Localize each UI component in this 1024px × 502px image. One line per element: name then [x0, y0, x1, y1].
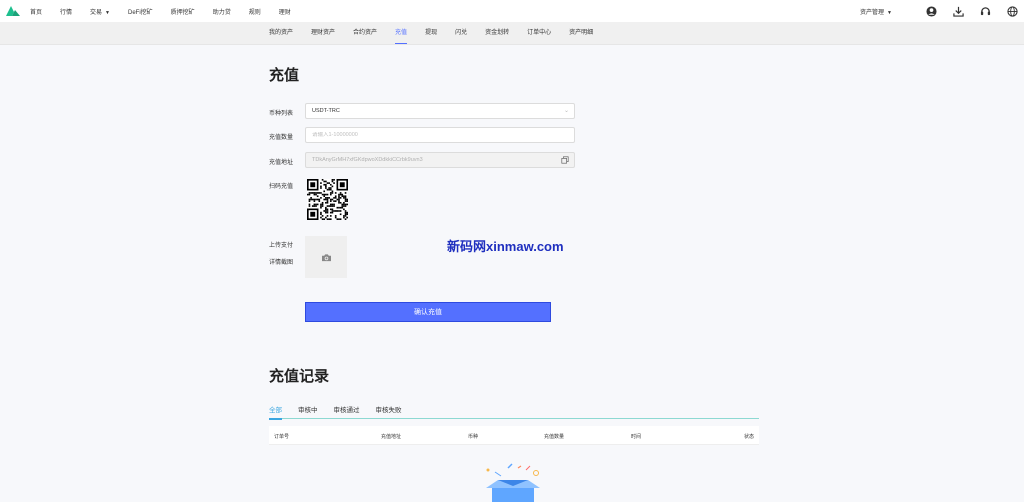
address-value: TDkAnyGrMH7xfGKdpwoXDdkkiCCrbk9uvn3: [312, 157, 423, 163]
asset-menu[interactable]: 资产管理 ▼: [860, 7, 892, 16]
coin-select-value: USDT-TRC: [312, 108, 340, 114]
records-table-header: 订单号 充值地址 币种 充值数量 时间 状态: [269, 426, 759, 445]
column-header: 订单号: [274, 434, 290, 440]
nav-item-finance[interactable]: 理财: [279, 7, 291, 16]
upload-label-line1: 上传支付: [269, 243, 294, 249]
asset-subnav: 我的资产 理财资产 合约资产 充值 提现 闪兑 资金划转 订单中心 资产明细: [0, 22, 1024, 45]
empty-box-illustration: [478, 462, 548, 502]
column-header: 币种: [468, 434, 479, 440]
column-header: 状态: [744, 434, 755, 440]
subnav-finance-assets[interactable]: 理财资产: [311, 22, 335, 45]
tab-rejected[interactable]: 审核失败: [376, 406, 402, 419]
nav-item-staking[interactable]: 质押挖矿: [171, 7, 195, 16]
download-icon[interactable]: [953, 6, 964, 17]
subnav-withdraw[interactable]: 提现: [425, 22, 437, 45]
top-navbar: 首页 行情 交易 ▼ DeFi挖矿 质押挖矿 助力贷 规则 理财 资产管理 ▼: [0, 0, 1024, 22]
user-icon[interactable]: [926, 5, 937, 17]
tab-all[interactable]: 全部: [269, 406, 282, 420]
nav-item-loan[interactable]: 助力贷: [213, 7, 231, 16]
nav-item-home[interactable]: 首页: [30, 7, 42, 16]
qr-label: 扫码充值: [269, 184, 294, 190]
subnav-order-center[interactable]: 订单中心: [527, 22, 551, 45]
amount-field-wrap: [305, 127, 575, 143]
address-label: 充值地址: [269, 160, 294, 166]
subnav-transfer[interactable]: 资金划转: [485, 22, 509, 45]
records-title: 充值记录: [269, 368, 330, 385]
asset-menu-label: 资产管理: [860, 9, 885, 16]
qr-code: [307, 179, 348, 220]
tab-approved[interactable]: 审核通过: [334, 406, 360, 419]
watermark-text: 新码网xinmaw.com: [447, 239, 564, 254]
nav-item-market[interactable]: 行情: [60, 7, 72, 16]
camera-icon: [321, 253, 331, 261]
subnav-deposit[interactable]: 充值: [395, 22, 408, 45]
chevron-down-icon: ⌄: [563, 108, 569, 114]
confirm-deposit-button[interactable]: 确认充值: [305, 302, 551, 322]
coin-list-label: 币种列表: [269, 111, 294, 117]
column-header: 充值地址: [381, 434, 402, 440]
subnav-asset-details[interactable]: 资产明细: [569, 22, 593, 45]
page-title: 充值: [269, 67, 300, 84]
nav-item-defi[interactable]: DeFi挖矿: [128, 7, 153, 16]
main-nav: 首页 行情 交易 ▼ DeFi挖矿 质押挖矿 助力贷 规则 理财: [30, 7, 309, 16]
caret-down-icon: ▼: [105, 9, 110, 16]
subnav-my-assets[interactable]: 我的资产: [269, 22, 293, 45]
subnav-contract-assets[interactable]: 合约资产: [353, 22, 377, 45]
coin-select[interactable]: USDT-TRC ⌄: [305, 103, 575, 119]
headset-icon[interactable]: [980, 6, 991, 17]
column-header: 时间: [631, 434, 642, 440]
nav-item-trade-label: 交易: [90, 9, 103, 16]
top-right-tools: 资产管理 ▼: [860, 0, 1018, 22]
upload-screenshot-button[interactable]: [305, 236, 347, 278]
address-field: TDkAnyGrMH7xfGKdpwoXDdkkiCCrbk9uvn3: [305, 152, 575, 168]
column-header: 充值数量: [544, 434, 565, 440]
nav-item-rules[interactable]: 规则: [249, 7, 261, 16]
copy-icon[interactable]: [561, 156, 569, 164]
logo-icon[interactable]: [6, 6, 20, 16]
upload-label-line2: 详情截图: [269, 260, 294, 266]
globe-icon[interactable]: [1007, 5, 1018, 17]
nav-item-trade[interactable]: 交易 ▼: [90, 7, 110, 16]
amount-input[interactable]: [312, 132, 574, 138]
subnav-flash-swap[interactable]: 闪兑: [455, 22, 467, 45]
records-tabs: 全部 审核中 审核通过 审核失败: [269, 406, 759, 420]
caret-down-icon: ▼: [887, 9, 892, 16]
tab-reviewing[interactable]: 审核中: [298, 406, 318, 419]
amount-label: 充值数量: [269, 135, 294, 141]
